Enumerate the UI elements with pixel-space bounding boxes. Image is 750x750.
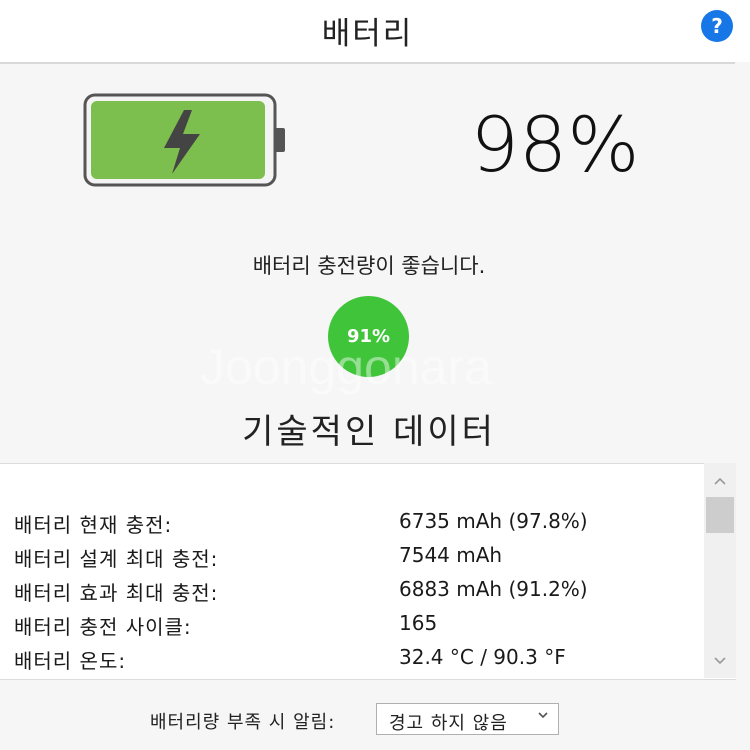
scrollbar[interactable] (704, 463, 736, 678)
chevron-down-icon (537, 708, 549, 724)
tech-label: 배터리 설계 최대 충전: (14, 547, 219, 571)
tech-row-temperature: 배터리 온도: 32.4 °C / 90.3 °F (14, 645, 704, 679)
tech-label: 배터리 현재 충전: (14, 513, 173, 537)
scroll-thumb[interactable] (706, 497, 734, 533)
technical-data-panel: 배터리 현재 충전: 6735 mAh (97.8%) 배터리 설계 최대 충전… (0, 463, 736, 680)
page-title: 배터리 (321, 16, 414, 52)
chevron-down-icon[interactable] (704, 651, 736, 673)
tech-label: 배터리 효과 최대 충전: (14, 581, 219, 605)
question-icon: ? (711, 14, 723, 38)
chevron-up-icon[interactable] (704, 471, 736, 493)
battery-health-badge: 91% (328, 296, 409, 377)
battery-status-text: 배터리 충전량이 좋습니다. (252, 254, 486, 278)
tech-row-cycle-count: 배터리 충전 사이클: 165 (14, 611, 704, 645)
help-button[interactable]: ? (701, 10, 733, 42)
tech-label: 배터리 온도: (14, 649, 127, 673)
tech-row-effective-capacity: 배터리 효과 최대 충전: 6883 mAh (91.2%) (14, 577, 704, 611)
tech-value: 165 (399, 611, 438, 635)
tech-row-design-capacity: 배터리 설계 최대 충전: 7544 mAh (14, 543, 704, 577)
tech-value: 7544 mAh (399, 543, 503, 567)
header: 배터리 ? (0, 0, 750, 62)
header-divider (0, 62, 735, 64)
battery-icon (83, 93, 285, 187)
tech-value: 6735 mAh (97.8%) (399, 509, 588, 533)
technical-data-title: 기술적인 데이터 (242, 412, 496, 452)
low-battery-alert-label: 배터리량 부족 시 알림: (150, 712, 336, 733)
low-battery-alert-select[interactable]: 경고 하지 않음 (376, 703, 559, 735)
tech-row-current-charge: 배터리 현재 충전: 6735 mAh (97.8%) (14, 509, 704, 543)
battery-percent: 98% (470, 100, 640, 189)
tech-value: 32.4 °C / 90.3 °F (399, 645, 566, 669)
tech-label: 배터리 충전 사이클: (14, 615, 192, 639)
alert-select-value: 경고 하지 않음 (389, 713, 508, 734)
tech-value: 6883 mAh (91.2%) (399, 577, 588, 601)
